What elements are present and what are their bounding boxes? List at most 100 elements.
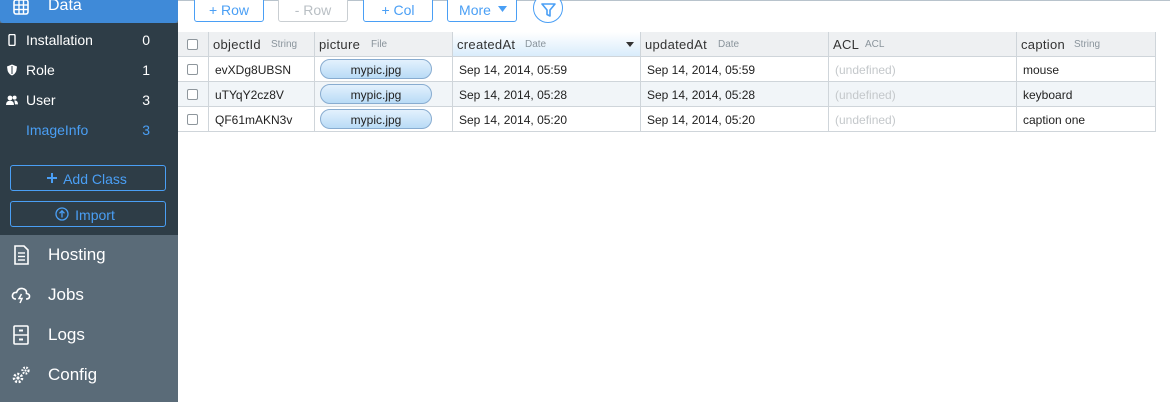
nav-item-jobs[interactable]: Jobs: [0, 275, 178, 315]
add-row-button[interactable]: + Row: [194, 0, 264, 22]
table-row[interactable]: QF61mAKN3v mypic.jpg Sep 14, 2014, 05:20…: [178, 107, 1156, 132]
nav-label: Hosting: [48, 245, 106, 264]
file-link[interactable]: mypic.jpg: [320, 59, 432, 79]
nav-item-logs[interactable]: Logs: [0, 315, 178, 355]
class-name: Role: [26, 62, 55, 78]
column-name: picture: [319, 37, 361, 52]
file-link[interactable]: mypic.jpg: [320, 109, 432, 129]
remove-row-button[interactable]: - Row: [278, 0, 348, 22]
nav-label: Logs: [48, 325, 85, 344]
column-type: ACL: [865, 39, 885, 50]
class-count: 3: [142, 92, 150, 108]
cloud-icon: [11, 287, 31, 304]
picture-cell[interactable]: mypic.jpg: [315, 57, 453, 82]
row-checkbox[interactable]: [187, 114, 198, 125]
filter-icon: [541, 3, 556, 17]
file-link[interactable]: mypic.jpg: [320, 84, 432, 104]
add-class-button[interactable]: Add Class: [10, 165, 166, 191]
users-icon: [6, 95, 18, 105]
more-button[interactable]: More: [447, 0, 517, 22]
filter-button[interactable]: [533, 0, 563, 23]
createdat-cell[interactable]: Sep 14, 2014, 05:59: [453, 57, 641, 82]
updatedat-cell[interactable]: Sep 14, 2014, 05:59: [641, 57, 829, 82]
caption-cell[interactable]: mouse: [1017, 57, 1156, 82]
cell-text: Sep 14, 2014, 05:59: [459, 63, 568, 77]
table-row[interactable]: uTYqY2cz8V mypic.jpg Sep 14, 2014, 05:28…: [178, 82, 1156, 107]
import-label: Import: [75, 207, 115, 223]
column-header-acl[interactable]: ACL ACL: [829, 32, 1017, 57]
updatedat-cell[interactable]: Sep 14, 2014, 05:28: [641, 82, 829, 107]
cell-text: Sep 14, 2014, 05:28: [647, 88, 756, 102]
column-name: objectId: [213, 37, 261, 52]
class-name: ImageInfo: [26, 122, 89, 138]
objectid-cell[interactable]: evXDg8UBSN: [209, 57, 315, 82]
class-item-user[interactable]: User 3: [0, 85, 178, 115]
objectid-cell[interactable]: uTYqY2cz8V: [209, 82, 315, 107]
cell-text: Sep 14, 2014, 05:28: [459, 88, 568, 102]
cell-text: caption one: [1023, 113, 1086, 127]
select-cell: [178, 82, 209, 107]
column-type: File: [371, 39, 388, 50]
select-cell: [178, 57, 209, 82]
cell-text: keyboard: [1023, 88, 1073, 102]
grid-icon: [13, 0, 29, 15]
column-name: ACL: [833, 37, 860, 52]
sidebar: Data Installation 0 Role 1 User 3 ImageI…: [0, 0, 178, 402]
class-count: 3: [142, 122, 150, 138]
column-header-createdat[interactable]: createdAt Date: [453, 32, 641, 57]
acl-cell[interactable]: (undefined): [829, 82, 1017, 107]
createdat-cell[interactable]: Sep 14, 2014, 05:28: [453, 82, 641, 107]
cell-text: Sep 14, 2014, 05:20: [459, 113, 568, 127]
caret-down-icon: [498, 6, 507, 12]
caption-cell[interactable]: keyboard: [1017, 82, 1156, 107]
acl-cell[interactable]: (undefined): [829, 107, 1017, 132]
column-type: String: [271, 39, 298, 50]
row-checkbox[interactable]: [187, 89, 198, 100]
cell-text: (undefined): [835, 113, 896, 127]
class-name: User: [26, 92, 56, 108]
class-item-role[interactable]: Role 1: [0, 55, 178, 85]
cell-text: mouse: [1023, 63, 1060, 77]
class-list: Installation 0 Role 1 User 3 ImageInfo 3…: [0, 23, 178, 235]
column-header-picture[interactable]: picture File: [315, 32, 453, 57]
import-button[interactable]: Import: [10, 201, 166, 227]
caption-cell[interactable]: caption one: [1017, 107, 1156, 132]
add-col-button[interactable]: + Col: [363, 0, 433, 22]
toolbar: + Row - Row + Col More: [178, 0, 1170, 32]
column-header-caption[interactable]: caption String: [1017, 32, 1156, 57]
column-type: Date: [718, 39, 740, 50]
createdat-cell[interactable]: Sep 14, 2014, 05:20: [453, 107, 641, 132]
nav-item-config[interactable]: Config: [0, 355, 178, 395]
cell-text: Sep 14, 2014, 05:20: [647, 113, 756, 127]
objectid-cell[interactable]: QF61mAKN3v: [209, 107, 315, 132]
header-select-all: [178, 32, 209, 57]
updatedat-cell[interactable]: Sep 14, 2014, 05:20: [641, 107, 829, 132]
column-header-updatedat[interactable]: updatedAt Date: [641, 32, 829, 57]
table-row[interactable]: evXDg8UBSN mypic.jpg Sep 14, 2014, 05:59…: [178, 57, 1156, 82]
row-checkbox[interactable]: [187, 64, 198, 75]
add-col-label: + Col: [381, 2, 415, 18]
data-section-header[interactable]: Data: [0, 0, 178, 23]
cell-text: (undefined): [835, 63, 896, 77]
class-name: Installation: [26, 32, 93, 48]
add-row-label: + Row: [208, 2, 250, 18]
class-item-imageinfo[interactable]: ImageInfo 3: [0, 115, 178, 145]
cell-text: evXDg8UBSN: [215, 63, 292, 77]
class-item-installation[interactable]: Installation 0: [0, 25, 178, 55]
data-section-title: Data: [48, 0, 82, 14]
picture-cell[interactable]: mypic.jpg: [315, 107, 453, 132]
class-count: 0: [142, 32, 150, 48]
column-name: caption: [1021, 37, 1066, 52]
phone-icon: [8, 34, 16, 46]
select-all-checkbox[interactable]: [187, 39, 198, 50]
nav-label: Jobs: [48, 285, 84, 304]
select-cell: [178, 107, 209, 132]
remove-row-label: - Row: [294, 2, 332, 18]
column-header-objectid[interactable]: objectId String: [209, 32, 315, 57]
nav-item-hosting[interactable]: Hosting: [0, 235, 178, 275]
document-icon: [14, 245, 29, 265]
acl-cell[interactable]: (undefined): [829, 57, 1017, 82]
column-name: updatedAt: [645, 37, 707, 52]
picture-cell[interactable]: mypic.jpg: [315, 82, 453, 107]
class-count: 1: [142, 62, 150, 78]
